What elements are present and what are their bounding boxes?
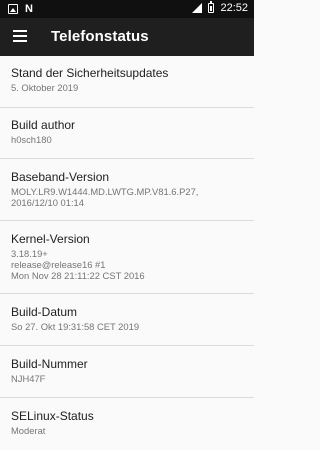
status-time: 22:52 [220, 2, 248, 14]
item-label: SELinux-Status [11, 409, 94, 423]
list-item-baseband-version[interactable]: Baseband-Version MOLY.LR9.W1444.MD.LWTG.… [0, 159, 254, 221]
status-list: Stand der Sicherheitsupdates 5. Oktober … [0, 56, 254, 450]
item-value: NJH47F [11, 373, 46, 384]
item-value: 3.18.19+ release@release16 #1 Mon Nov 28… [11, 248, 145, 281]
item-value: So 27. Okt 19:31:58 CET 2019 [11, 321, 140, 332]
item-value: h0sch180 [11, 134, 52, 145]
item-value: MOLY.LR9.W1444.MD.LWTG.MP.V81.6.P27, 201… [11, 186, 199, 208]
signal-icon [192, 3, 203, 13]
item-label: Baseband-Version [11, 170, 110, 184]
item-label: Build-Nummer [11, 357, 88, 371]
page-title: Telefonstatus [51, 28, 149, 45]
list-item-security-patch[interactable]: Stand der Sicherheitsupdates 5. Oktober … [0, 56, 254, 108]
app-bar: Telefonstatus [0, 18, 254, 56]
status-bar: N 22:52 [0, 0, 254, 18]
list-item-build-date[interactable]: Build-Datum So 27. Okt 19:31:58 CET 2019 [0, 294, 254, 346]
item-value: 5. Oktober 2019 [11, 82, 79, 93]
item-label: Stand der Sicherheitsupdates [11, 66, 169, 80]
hamburger-menu-icon[interactable] [13, 30, 27, 42]
image-notification-icon [8, 4, 18, 14]
item-value: Moderat [11, 425, 46, 436]
list-item-selinux-status[interactable]: SELinux-Status Moderat [0, 398, 254, 450]
item-label: Kernel-Version [11, 232, 90, 246]
n-notification-icon: N [25, 3, 33, 15]
list-item-build-author[interactable]: Build author h0sch180 [0, 108, 254, 159]
list-item-build-number[interactable]: Build-Nummer NJH47F [0, 346, 254, 398]
item-label: Build-Datum [11, 305, 78, 319]
battery-icon [208, 1, 215, 13]
item-label: Build author [11, 118, 76, 132]
list-item-kernel-version[interactable]: Kernel-Version 3.18.19+ release@release1… [0, 221, 254, 294]
